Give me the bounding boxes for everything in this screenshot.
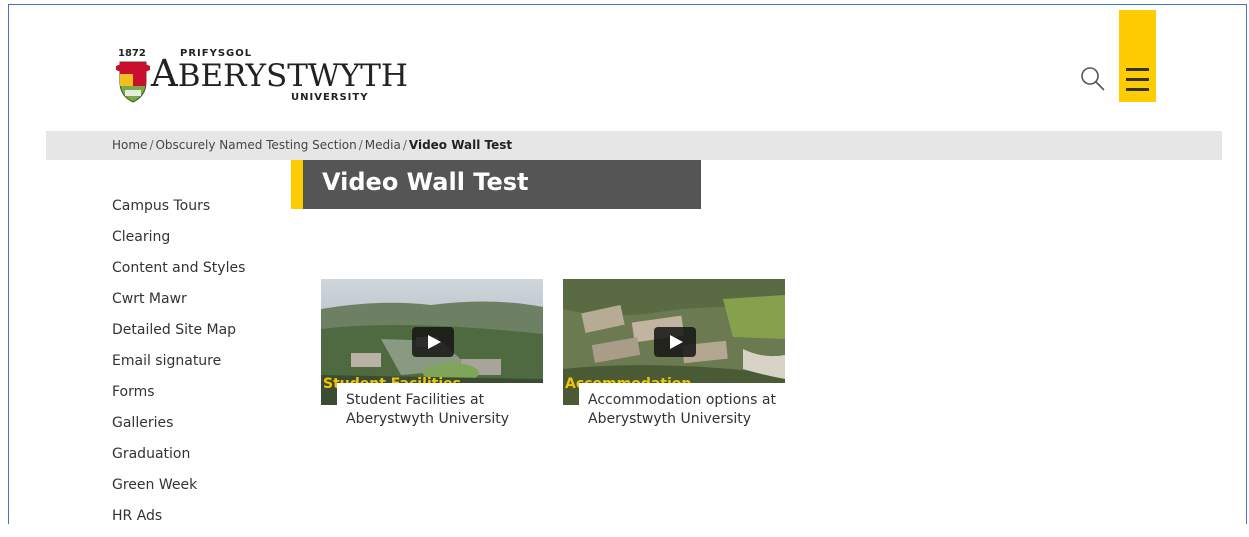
sidebar-item-green-week[interactable]: Green Week [112,475,282,506]
sidebar-item-cwrt-mawr[interactable]: Cwrt Mawr [112,289,282,320]
logo-university: UNIVERSITY [291,92,369,103]
crest-icon [116,61,150,103]
sidebar-item-graduation[interactable]: Graduation [112,444,282,475]
breadcrumb-bar: Home / Obscurely Named Testing Section / Med… [46,131,1222,160]
play-button[interactable] [412,327,454,357]
play-icon [670,335,683,349]
video-card-accommodation[interactable]: Accommodation Accommodation options at A… [563,279,798,433]
video-caption[interactable]: Student Facilities at Aberystwyth Univer… [337,383,556,433]
breadcrumb: Home / Obscurely Named Testing Section / Med… [112,138,512,152]
sidebar-item-clearing[interactable]: Clearing [112,227,282,258]
title-accent-bar [291,160,303,209]
sidebar-nav: Campus Tours Clearing Content and Styles… [112,196,282,537]
logo-wordmark: ABERYSTWYTH [151,52,408,95]
breadcrumb-current: Video Wall Test [408,138,513,152]
logo-year: 1872 [118,48,146,59]
sidebar-item-galleries[interactable]: Galleries [112,413,282,444]
university-logo[interactable]: 1872 PRIFYSGOL ABERYSTWYTH UNIVERSITY [116,48,408,108]
breadcrumb-testing-section[interactable]: Obscurely Named Testing Section [155,138,356,152]
breadcrumb-media[interactable]: Media [365,138,401,152]
breadcrumb-separator: / [402,138,407,152]
play-button[interactable] [654,327,696,357]
play-icon [428,335,441,349]
sidebar-item-campus-tours[interactable]: Campus Tours [112,196,282,227]
search-icon [1081,67,1105,91]
page-title: Video Wall Test [322,168,529,196]
page-title-banner: Video Wall Test [291,160,701,209]
sidebar-item-forms[interactable]: Forms [112,382,282,413]
breadcrumb-home[interactable]: Home [112,138,147,152]
main-menu-button[interactable] [1119,10,1156,102]
sidebar-item-content-and-styles[interactable]: Content and Styles [112,258,282,289]
sidebar-item-detailed-site-map[interactable]: Detailed Site Map [112,320,282,351]
sidebar-item-email-signature[interactable]: Email signature [112,351,282,382]
search-button[interactable] [1080,66,1106,92]
breadcrumb-separator: / [358,138,363,152]
sidebar-item-hr-ads[interactable]: HR Ads [112,506,282,537]
video-caption[interactable]: Accommodation options at Aberystwyth Uni… [579,383,798,433]
video-card-student-facilities[interactable]: Student Facilities Student Facilities at… [321,279,556,433]
